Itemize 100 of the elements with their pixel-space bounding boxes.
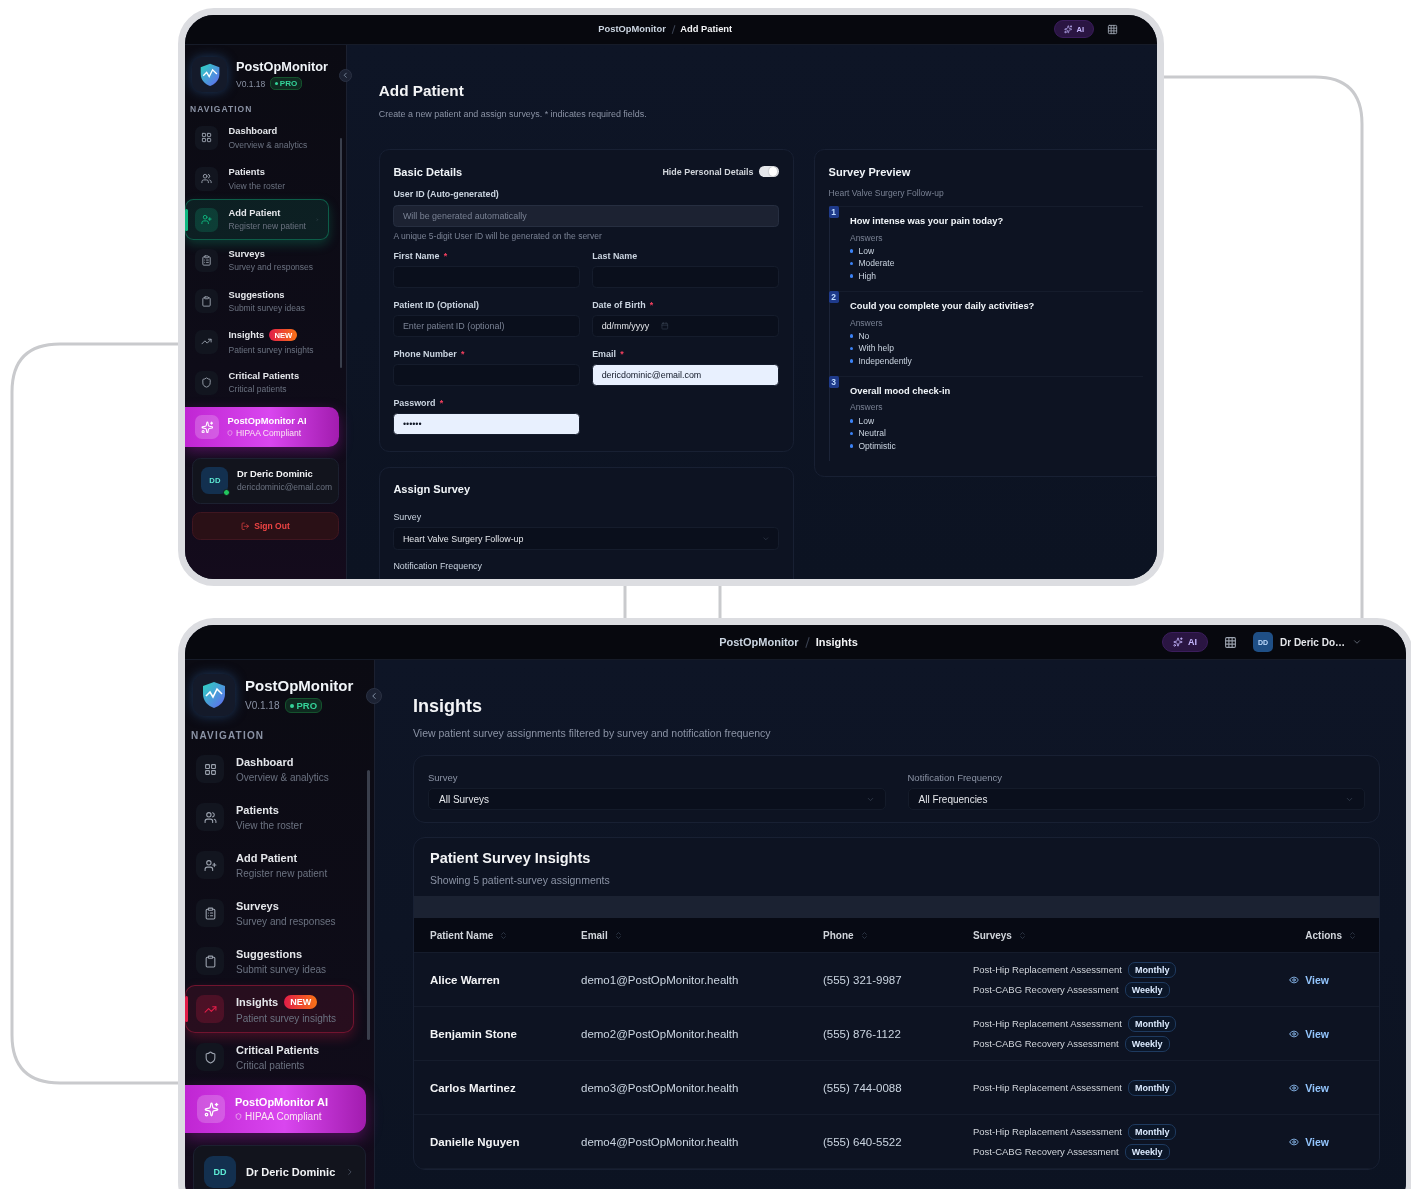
- field-label: User ID (Auto-generated): [393, 189, 500, 200]
- nav-item[interactable]: Dashboard Overview & analytics: [185, 117, 329, 159]
- survey-name: Post-Hip Replacement Assessment: [973, 964, 1122, 975]
- nav-item[interactable]: Surveys Survey and responses: [185, 240, 329, 281]
- nav-item[interactable]: Insights NEW Patient survey insights: [185, 321, 329, 363]
- collapse-button[interactable]: [366, 688, 382, 704]
- phone-cell-text: (555) 876-1122: [823, 1027, 902, 1040]
- nav-subtitle: Register new patient: [228, 221, 306, 232]
- nav-item[interactable]: Dashboard Overview & analytics: [185, 745, 354, 793]
- bullet-icon: [849, 249, 854, 253]
- frequency-tag: Monthly: [1127, 1123, 1177, 1140]
- nav-title: Add Patient: [228, 207, 281, 218]
- sort-icon[interactable]: [1017, 930, 1027, 940]
- view-link[interactable]: View: [1289, 1081, 1329, 1094]
- bullet-icon: [849, 346, 854, 351]
- survey-select[interactable]: Heart Valve Surgery Follow-up: [393, 527, 779, 550]
- user-name: Dr Deric Dominic: [237, 469, 314, 480]
- input-field[interactable]: Enter patient ID (optional): [393, 315, 581, 338]
- ai-assistant-card[interactable]: PostOpMonitor AI HIPAA Compliant: [185, 1085, 366, 1133]
- sign-out-button[interactable]: Sign Out: [191, 512, 339, 540]
- frequency-tag: Weekly: [1124, 981, 1170, 998]
- nav-item[interactable]: Patients View the roster: [185, 793, 354, 841]
- filter-select[interactable]: All Surveys: [428, 788, 886, 810]
- filter-label: Notification Frequency: [907, 772, 1004, 783]
- table-subtitle: Showing 5 patient-survey assignments: [430, 874, 611, 886]
- clipboard-icon: [203, 906, 217, 920]
- nav-item[interactable]: Suggestions Submit survey ideas: [185, 280, 329, 322]
- email-cell-text: demo1@PostOpMonitor.health: [581, 973, 740, 986]
- date-field[interactable]: dd/mm/yyyy: [592, 315, 779, 338]
- answers-label: Answers: [849, 232, 884, 243]
- user-card[interactable]: DD Dr Deric Dominic dericdominic@email.com: [191, 457, 339, 504]
- grid-button[interactable]: [1105, 22, 1120, 37]
- filter-select[interactable]: All Frequencies: [907, 788, 1365, 810]
- column-header[interactable]: Email: [581, 929, 608, 941]
- sparkles-icon: [1173, 637, 1183, 647]
- frequency-tag: Weekly: [1124, 1143, 1170, 1160]
- survey-name: Post-Hip Replacement Assessment: [973, 1082, 1122, 1093]
- nav-item[interactable]: Add Patient Register new patient: [185, 841, 354, 889]
- collapse-button[interactable]: [338, 68, 353, 83]
- shield-icon: [227, 430, 234, 437]
- question-number: 1: [828, 206, 839, 219]
- grid-icon: [1224, 635, 1237, 649]
- grid-icon: [203, 762, 217, 776]
- sort-icon[interactable]: [613, 930, 623, 940]
- nav-subtitle: Overview & analytics: [236, 771, 330, 783]
- answer-option: No: [858, 330, 870, 341]
- app-name: PostOpMonitor: [245, 677, 354, 694]
- breadcrumb-item[interactable]: PostOpMonitor: [719, 636, 799, 648]
- toggle-switch[interactable]: [758, 165, 779, 178]
- view-link[interactable]: View: [1289, 1135, 1329, 1148]
- frequency-tag: Weekly: [1124, 1035, 1170, 1052]
- nav-item[interactable]: Critical Patients Critical patients: [185, 362, 329, 404]
- survey-name: Post-Hip Replacement Assessment: [973, 1018, 1122, 1029]
- field-label: Notification Frequency: [393, 561, 483, 572]
- version-text: V0.1.18: [236, 78, 266, 89]
- question-text: Could you complete your daily activities?: [849, 300, 1036, 311]
- sort-icon[interactable]: [1348, 930, 1357, 940]
- nav-item[interactable]: Suggestions Submit survey ideas: [185, 937, 354, 985]
- bullet-icon: [849, 274, 854, 278]
- nav-title: Critical Patients: [228, 371, 300, 382]
- nav-item[interactable]: Patients View the roster: [185, 158, 329, 200]
- ai-button[interactable]: AI: [1054, 20, 1094, 39]
- ai-assistant-card[interactable]: PostOpMonitor AI HIPAA Compliant: [185, 406, 339, 448]
- breadcrumb-item[interactable]: Add Patient: [680, 24, 733, 35]
- ai-button[interactable]: AI: [1162, 632, 1208, 652]
- shield-icon: [203, 1050, 217, 1064]
- column-header[interactable]: Actions: [1305, 929, 1342, 941]
- section-label: NAVIGATION: [191, 730, 266, 741]
- column-header[interactable]: Surveys: [973, 929, 1012, 941]
- answer-option: Independently: [858, 356, 912, 366]
- nav-item[interactable]: Critical Patients Critical patients: [185, 1033, 354, 1081]
- sparkles-icon: [203, 1101, 219, 1117]
- nav-subtitle: Submit survey ideas: [228, 302, 307, 313]
- column-header[interactable]: Phone: [823, 929, 854, 941]
- breadcrumb-item[interactable]: Insights: [815, 636, 858, 648]
- input-field[interactable]: ••••••: [393, 413, 581, 436]
- sort-icon[interactable]: [859, 930, 869, 940]
- nav-item[interactable]: Insights NEW Patient survey insights: [185, 985, 354, 1033]
- nav-item[interactable]: Add Patient Register new patient: [185, 199, 329, 240]
- clipboard-icon: [200, 295, 212, 307]
- filter-label: Survey: [428, 772, 459, 783]
- bullet-icon: [849, 359, 854, 363]
- scrollbar[interactable]: [339, 138, 343, 368]
- version-text: V0.1.18: [245, 700, 280, 711]
- phone-cell-text: (555) 744-0088: [823, 1081, 903, 1094]
- nav-title: Add Patient: [236, 851, 298, 864]
- sparkles-icon: [1063, 25, 1073, 34]
- view-link[interactable]: View: [1289, 1027, 1329, 1040]
- nav-item[interactable]: Surveys Survey and responses: [185, 889, 354, 937]
- sort-icon[interactable]: [499, 930, 509, 940]
- input-field[interactable]: dericdominic@email.com: [592, 364, 779, 387]
- breadcrumb-item[interactable]: PostOpMonitor: [598, 24, 666, 35]
- field-label: Email *: [592, 349, 625, 360]
- column-header[interactable]: Patient Name: [430, 929, 494, 941]
- card-title: Assign Survey: [393, 483, 472, 496]
- scrollbar[interactable]: [367, 770, 370, 1040]
- user-card[interactable]: DD Dr Deric Dominic: [193, 1145, 366, 1189]
- answer-option: Moderate: [858, 258, 895, 269]
- new-badge: NEW: [269, 329, 298, 342]
- view-link[interactable]: View: [1289, 973, 1329, 986]
